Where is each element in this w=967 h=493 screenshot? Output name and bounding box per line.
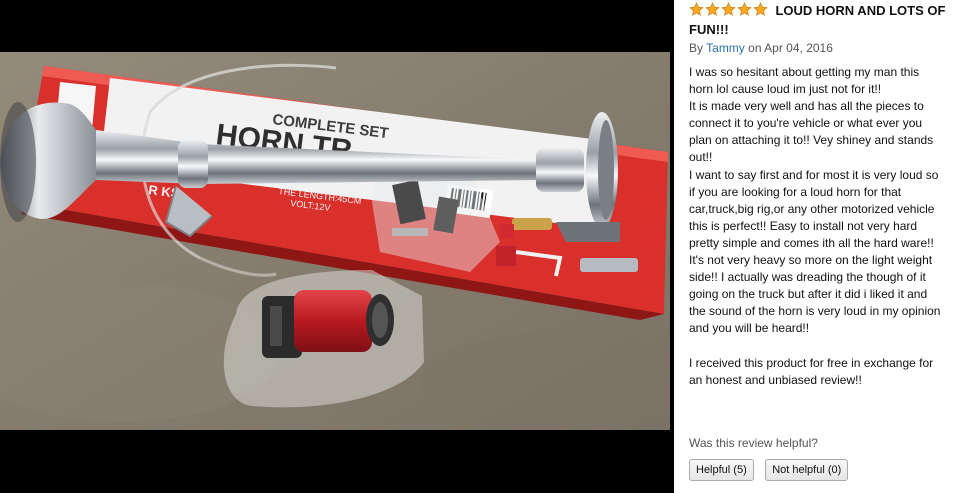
review-body-line: the sound of the horn is very loud in my…	[689, 304, 941, 319]
review-heading: LOUD HORN AND LOTS OF FUN!!!	[689, 1, 961, 39]
review-body-line: car,truck,big rig,or any other motorized…	[689, 201, 935, 216]
not-helpful-button[interactable]: Not helpful (0)	[765, 459, 849, 481]
product-photo: COMPLETE SET HORN TR R KS THE LENGTH:45C…	[0, 52, 670, 430]
review-body-line: plan on attaching it to!! Vey shiney and…	[689, 133, 934, 148]
helpful-button[interactable]: Helpful (5)	[689, 459, 754, 481]
review-byline: By Tammy on Apr 04, 2016	[689, 40, 833, 56]
brass-fitting	[512, 218, 552, 230]
author-link[interactable]: Tammy	[706, 41, 745, 55]
review-body-line: It's not very heavy so more on the light…	[689, 253, 933, 268]
vote-buttons: Helpful (5) Not helpful (0)	[689, 459, 855, 481]
review-body-line: horn lol cause loud im just not for it!!	[689, 82, 882, 97]
mount-clamp	[178, 140, 208, 188]
horn-kit-illustration: COMPLETE SET HORN TR R KS THE LENGTH:45C…	[0, 52, 670, 430]
product-photo-panel: COMPLETE SET HORN TR R KS THE LENGTH:45C…	[0, 0, 670, 493]
review-body-line: if you are looking for a loud horn for t…	[689, 184, 902, 199]
review-body-line: this is perfect!! Easy to install not ve…	[689, 218, 918, 233]
review-date: on Apr 04, 2016	[748, 41, 833, 55]
review-panel: LOUD HORN AND LOTS OF FUN!!! By Tammy on…	[674, 0, 967, 493]
star-icon	[705, 2, 720, 16]
review-body-line: side!! I actually was dreading the thoug…	[689, 270, 926, 285]
star-rating	[689, 2, 769, 20]
helpful-question: Was this review helpful?	[689, 436, 818, 450]
review-body-line: I received this product for free in exch…	[689, 355, 934, 370]
review-body-line: connect it to you're vehicle or what eve…	[689, 116, 923, 131]
star-icon	[753, 2, 768, 16]
review-body-line: an honest and unbiased review!!	[689, 372, 862, 387]
review-body: I was so hesitant about getting my man t…	[689, 64, 967, 389]
review-body-line: It is made very well and has all the pie…	[689, 99, 924, 114]
byline-prefix: By	[689, 41, 704, 55]
review-body-line: out!!	[689, 150, 713, 165]
star-icon	[721, 2, 736, 16]
review-body-line: I was so hesitant about getting my man t…	[689, 65, 920, 79]
review-body-line: and you will be heard!!	[689, 321, 810, 336]
star-icon	[689, 2, 704, 16]
review-body-line: going on the truck but after it did i li…	[689, 287, 928, 302]
review-body-line: pretty simple and comes ith all the hard…	[689, 235, 934, 250]
star-icon	[737, 2, 752, 16]
review-body-line: I want to say first and for most it is v…	[689, 167, 939, 182]
